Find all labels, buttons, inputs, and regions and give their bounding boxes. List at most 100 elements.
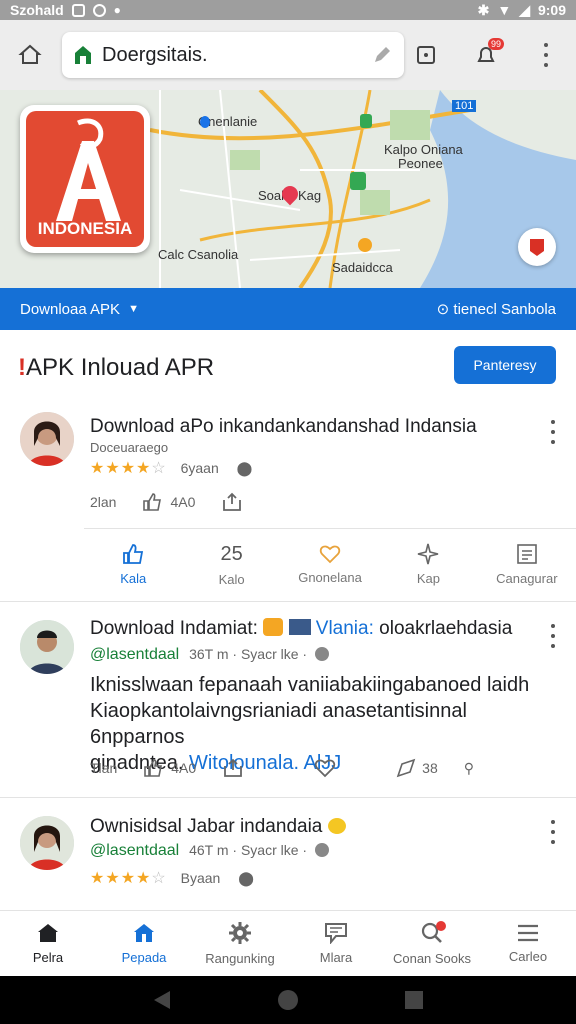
action-label: Kap [416, 571, 440, 586]
notifications-button[interactable]: 99 [456, 20, 516, 90]
tabs-button[interactable] [396, 20, 456, 90]
avatar[interactable] [20, 816, 74, 870]
bottom-navigation: Pelra Pepada Rangunking Mlara Conan Sook… [0, 910, 576, 976]
download-dropdown[interactable]: Downloaa APK ▼ [20, 301, 139, 318]
signal-icon: ◢ [519, 1, 530, 18]
nav-item-menu[interactable]: Carleo [480, 911, 576, 976]
send-icon [396, 758, 416, 778]
post-handle-meta: 36T m · Syacr lke · [189, 646, 308, 662]
post-title-suffix: oloakrlaehdasia [379, 618, 513, 639]
location-icon: ● [113, 3, 121, 17]
logo-text: INDONESIA [37, 219, 133, 238]
post-handle-meta: 46T m · Syacr lke · [189, 842, 308, 858]
post-menu-button[interactable] [548, 624, 558, 648]
home-circle-icon[interactable] [276, 988, 300, 1012]
recents-icon[interactable] [404, 990, 424, 1010]
post-body-line: Iknisslwaan fepanaah vaniiabakiingabanoe… [90, 674, 530, 696]
app-logo[interactable]: INDONESIA [20, 105, 150, 253]
flag-icon [288, 619, 311, 635]
filter-bar: Downloaa APK ▼ ⊙ tienecl Sanbola [0, 288, 576, 330]
person-avatar-icon [20, 620, 74, 674]
emoji-icon [327, 818, 346, 834]
edit-icon[interactable] [372, 45, 392, 65]
back-icon[interactable] [152, 989, 172, 1011]
location-pin-icon: ⊙ [436, 301, 450, 318]
person-avatar-icon [20, 412, 74, 466]
title-mark: ! [18, 354, 26, 381]
overflow-menu-button[interactable] [516, 20, 576, 90]
heart-icon[interactable] [314, 758, 336, 778]
globe-icon [314, 843, 329, 857]
action-kala[interactable]: Kala [84, 529, 182, 600]
post-meta-row: 2lan 4A0 [90, 492, 269, 512]
nav-label: Rangunking [205, 951, 275, 966]
nav-label: Conan Sooks [392, 951, 472, 966]
highway-shield: 101 [452, 100, 477, 112]
page-header: !APK Inlouad APR Panteresy [0, 330, 576, 406]
system-navigation-bar [0, 976, 576, 1024]
post-menu-button[interactable] [548, 420, 558, 444]
wifi-icon: ▼ [497, 2, 512, 18]
post-title[interactable]: Download aPo inkandankandanshad Indansia [90, 416, 477, 438]
pin-icon[interactable]: ⚲ [464, 760, 474, 777]
nav-item-pepada[interactable]: Pepada [96, 911, 192, 976]
action-grid[interactable]: Canagurar [478, 529, 576, 600]
title-text: APK Inlouad APR [26, 354, 215, 381]
action-favorite[interactable]: Gnonelana [281, 529, 379, 600]
thumbs-up-icon [123, 544, 144, 564]
action-count[interactable]: 25 Kalo [182, 529, 280, 600]
notification-dot [436, 921, 446, 931]
action-label: Kalo [218, 571, 245, 587]
post-card[interactable]: Download Indamiat: Vlania: oloakrlaehdas… [0, 601, 576, 797]
nav-item-search[interactable]: Conan Sooks [384, 911, 480, 976]
place-marker-icon[interactable] [360, 114, 372, 128]
message-icon [325, 923, 347, 944]
place-marker-icon[interactable] [200, 116, 210, 128]
clock-time: 9:09 [537, 2, 566, 18]
map-label: Kalpo Oniana [384, 142, 463, 157]
nav-item-ranking[interactable]: Rangunking [192, 911, 288, 976]
map-label: Sadaidcca [332, 260, 393, 275]
nav-item-home[interactable]: Pelra [0, 911, 96, 976]
post-handle-row: @lasentdaal 36T m · Syacr lke · [90, 646, 329, 664]
place-marker-icon[interactable] [358, 238, 372, 252]
location-selector[interactable]: ⊙ tienecl Sanbola [437, 300, 556, 318]
post-title[interactable]: Ownisidsal Jabar indandaia [90, 816, 346, 838]
post-handle[interactable]: @lasentdaal [90, 646, 179, 663]
home-button[interactable] [0, 20, 60, 90]
save-location-button[interactable] [518, 228, 556, 266]
avatar[interactable] [20, 620, 74, 674]
location-label: tienecl Sanbola [453, 301, 556, 318]
map-view[interactable]: Onenlanie Kalpo Oniana Peonee Soal Kag C… [0, 90, 576, 288]
menu-icon [518, 924, 538, 942]
share-box-icon[interactable] [222, 758, 244, 778]
address-bar[interactable]: Doergsitais. [62, 32, 404, 78]
page-title: !APK Inlouad APR [18, 354, 214, 382]
post-title[interactable]: Download Indamiat: Vlania: oloakrlaehdas… [90, 618, 512, 640]
action-sparkle[interactable]: Kap [379, 529, 477, 600]
post-handle[interactable]: @lasentdaal [90, 842, 179, 859]
post-title-link[interactable]: Vlania: [316, 618, 374, 639]
action-value: 25 [220, 542, 243, 565]
marker-icon [530, 239, 544, 256]
map-label: Calc Csanolia [158, 247, 239, 262]
share-button[interactable]: 38 [396, 758, 438, 778]
place-marker-icon[interactable] [350, 172, 366, 190]
post-card[interactable]: Ownisidsal Jabar indandaia @lasentdaal 4… [0, 797, 576, 910]
share-box-icon[interactable] [221, 492, 243, 512]
like-button[interactable]: 4A0 [143, 758, 196, 778]
notification-badge: 99 [487, 38, 504, 50]
post-menu-button[interactable] [548, 820, 558, 844]
dropdown-label: Downloaa APK [20, 300, 121, 318]
like-button[interactable]: 4A0 [142, 492, 195, 512]
nav-item-mlara[interactable]: Mlara [288, 911, 384, 976]
bluetooth-icon: ✱ [477, 1, 490, 18]
location-pin-icon: ⬤ [238, 870, 254, 886]
carrier-label: Szohald [10, 2, 64, 18]
primary-action-button[interactable]: Panteresy [454, 346, 556, 384]
rating-row: ★★★★☆ 6yaan ⬤ [90, 458, 252, 478]
home-icon [38, 924, 58, 942]
lock-icon [75, 46, 91, 64]
avatar[interactable] [20, 412, 74, 466]
sync-icon [92, 3, 106, 17]
